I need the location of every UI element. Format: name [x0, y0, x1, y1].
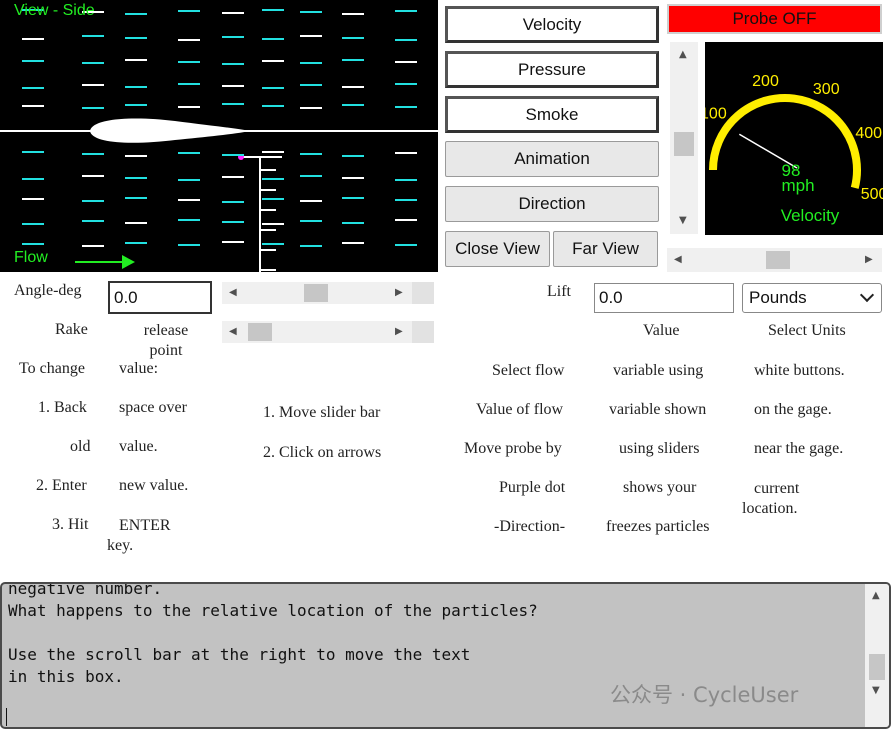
instr-move-slider: 1. Move slider bar — [263, 404, 381, 421]
arrow-down-icon[interactable]: ▼ — [679, 216, 687, 226]
angle-slider[interactable]: ◀ ▶ — [222, 282, 434, 304]
lift-label: Lift — [547, 283, 571, 300]
chevron-down-icon — [859, 287, 875, 303]
arrow-down-icon[interactable]: ▼ — [872, 686, 880, 696]
gauge-unit: mph — [781, 176, 814, 195]
view-title: View - Side — [14, 2, 95, 19]
instr-step1-c: old — [70, 438, 91, 455]
arrow-left-icon[interactable]: ◀ — [229, 288, 237, 298]
smoke-button[interactable]: Smoke — [445, 96, 659, 133]
units-select[interactable]: Pounds — [742, 283, 882, 313]
instr-r2c3: on the gage. — [754, 401, 832, 418]
gauge-tick-label: 400 — [855, 125, 882, 142]
value-label: Value — [643, 322, 680, 339]
rake-label: Rake — [55, 321, 88, 338]
text-cursor — [6, 708, 7, 726]
angle-label: Angle-deg — [14, 282, 82, 299]
slider-thumb[interactable] — [304, 284, 328, 302]
side-view-panel[interactable]: View - Side Flow — [0, 0, 438, 272]
textarea-scrollbar[interactable]: ▲ ▼ — [865, 584, 889, 727]
instr-r3c1: Move probe by — [464, 440, 562, 457]
gauge-label: Velocity — [781, 206, 840, 225]
velocity-button[interactable]: Velocity — [445, 6, 659, 43]
instr-step1-b: space over — [119, 399, 187, 416]
gauge-tick-label: 300 — [813, 81, 840, 98]
select-units-label: Select Units — [768, 322, 846, 339]
arrow-right-icon[interactable]: ▶ — [395, 288, 403, 298]
rake-release-point-text: release point — [143, 322, 189, 359]
gauge-tick-label: 200 — [752, 73, 779, 90]
pressure-button[interactable]: Pressure — [445, 51, 659, 88]
rake-slider[interactable]: ◀ ▶ — [222, 321, 434, 343]
arrow-right-icon[interactable]: ▶ — [865, 255, 873, 265]
slider-thumb[interactable] — [248, 323, 272, 341]
arrow-left-icon[interactable]: ◀ — [229, 327, 237, 337]
arrow-up-icon[interactable]: ▲ — [679, 50, 687, 60]
instr-r3c3: near the gage. — [754, 440, 844, 457]
animation-button[interactable]: Animation — [445, 141, 659, 177]
instr-to-change: To change — [19, 360, 85, 377]
scrollbar-thumb[interactable] — [869, 654, 885, 680]
instr-click-arrows: 2. Click on arrows — [263, 444, 382, 461]
arrow-up-icon[interactable]: ▲ — [872, 591, 880, 601]
units-select-value: Pounds — [749, 288, 807, 307]
slider-thumb[interactable] — [766, 251, 790, 269]
flow-field — [0, 9, 438, 272]
instr-step2-a: 2. Enter — [36, 477, 87, 494]
instr-r4c1: Purple dot — [499, 479, 566, 496]
instr-step1-d: value. — [119, 438, 158, 455]
instr-r4c2: shows your — [623, 479, 697, 496]
instr-r3c2: using sliders — [619, 440, 700, 457]
direction-button[interactable]: Direction — [445, 186, 659, 222]
probe-horizontal-slider[interactable]: ◀ ▶ — [667, 248, 882, 272]
help-text: negative number. What happens to the rel… — [8, 582, 538, 686]
instr-step2-b: new value. — [119, 477, 189, 494]
angle-input[interactable] — [108, 281, 212, 314]
instr-r4c3: current location. — [742, 480, 800, 517]
watermark: 公众号 · CycleUser — [610, 683, 799, 707]
velocity-gauge: 010020030040050098mphVelocity — [705, 42, 883, 235]
airfoil-shape — [90, 118, 250, 143]
arrow-left-icon[interactable]: ◀ — [674, 255, 682, 265]
far-view-button[interactable]: Far View — [553, 231, 658, 267]
probe-toggle-button[interactable]: Probe OFF — [667, 4, 882, 34]
instr-r2c1: Value of flow — [476, 401, 564, 418]
instr-r5c2: freezes particles — [606, 518, 710, 535]
instr-step3-a: 3. Hit — [52, 516, 89, 533]
gauge-tick-label: 100 — [705, 105, 727, 122]
instr-value-colon: value: — [119, 360, 159, 377]
instr-r1c2: variable using — [613, 362, 704, 379]
probe-vertical-slider[interactable]: ▲ ▼ — [670, 42, 698, 234]
arrow-right-icon[interactable]: ▶ — [395, 327, 403, 337]
instr-step3-b: ENTER key. — [107, 517, 171, 554]
gauge-tick-label: 500 — [861, 186, 883, 203]
slider-thumb[interactable] — [674, 132, 694, 156]
instr-r1c1: Select flow — [492, 362, 565, 379]
close-view-button[interactable]: Close View — [445, 231, 550, 267]
flow-label: Flow — [14, 249, 48, 266]
instr-step1-a: 1. Back — [38, 399, 87, 416]
lift-input[interactable] — [594, 283, 734, 313]
instr-r2c2: variable shown — [609, 401, 707, 418]
instr-r1c3: white buttons. — [754, 362, 845, 379]
instr-r5c1: -Direction- — [494, 518, 566, 535]
